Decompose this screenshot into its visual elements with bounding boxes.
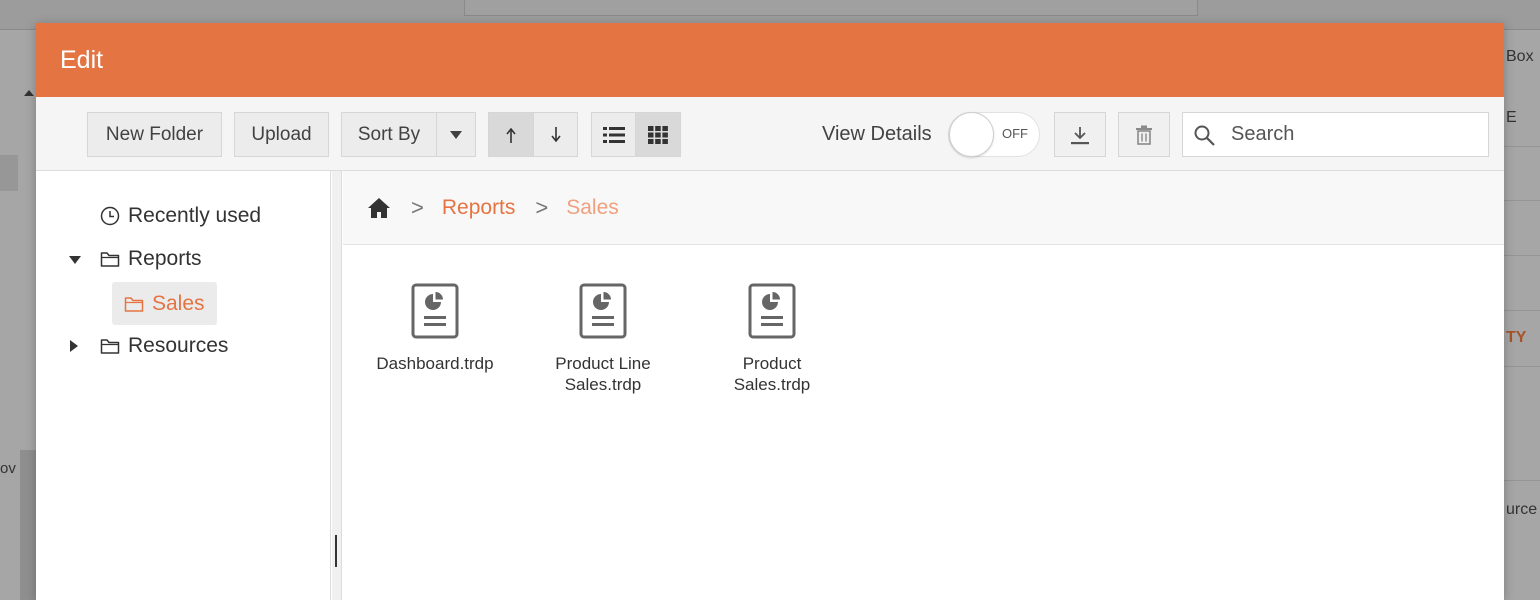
background-right-text: Box [1506,48,1534,65]
file-name: Product Sales.trdp [687,353,857,395]
arrow-down-icon [550,126,561,142]
view-details-label: View Details [822,123,932,145]
content-pane: > Reports > Sales Dashboard.trdp Product… [343,171,1504,600]
edit-dialog: Edit New Folder Upload Sort By View Deta… [36,23,1504,600]
download-icon [1071,126,1089,144]
download-button[interactable] [1054,112,1106,157]
tree-item-label: Resources [128,334,229,357]
tree-item-reports[interactable]: Reports [100,240,202,278]
background-left-text: ov [0,460,16,477]
view-details-toggle[interactable]: OFF [948,112,1040,157]
background-field [464,0,1198,16]
arrow-up-icon [506,127,516,143]
toolbar: New Folder Upload Sort By View Details O… [36,97,1504,171]
list-view-button[interactable] [591,112,636,157]
report-file-icon [579,283,627,339]
background-right-divider [1504,200,1540,201]
tree-item-resources[interactable]: Resources [100,327,228,365]
sort-by-button[interactable]: Sort By [341,112,437,157]
file-item-dashboard[interactable]: Dashboard.trdp [350,283,520,374]
file-name-line: Sales.trdp [733,375,811,394]
sort-by-dropdown[interactable] [436,112,476,157]
folder-icon [100,252,120,267]
file-name-line: Dashboard.trdp [376,354,494,373]
list-view-icon [602,126,625,143]
expand-caret-icon[interactable] [70,340,78,352]
search-icon [1194,125,1215,146]
tree-item-label: Reports [128,247,202,270]
pane-splitter[interactable] [332,171,342,600]
file-name-line: Sales.trdp [564,375,642,394]
background-right-text: TY [1506,329,1527,346]
toggle-state-label: OFF [1002,126,1028,141]
folder-icon [124,296,144,312]
sort-ascending-button[interactable] [488,112,534,157]
background-right-text: urce [1506,501,1538,518]
home-icon[interactable] [367,197,391,219]
background-left-tab [0,155,18,191]
trash-icon [1136,125,1152,145]
new-folder-button[interactable]: New Folder [87,112,222,157]
collapse-caret-icon[interactable] [69,256,81,264]
sort-descending-button[interactable] [533,112,578,157]
background-right-divider [1504,366,1540,367]
dialog-titlebar: Edit [36,23,1504,97]
background-right-divider [1504,255,1540,256]
navigation-pane: Recently used Reports Sales Resources [36,171,331,600]
file-manager-body: Recently used Reports Sales Resources > … [36,171,1504,600]
search-input[interactable] [1231,113,1481,156]
file-item-product-line-sales[interactable]: Product Line Sales.trdp [518,283,688,395]
file-name: Product Line Sales.trdp [518,353,688,395]
report-file-icon [411,283,459,339]
background-right-divider [1504,146,1540,147]
search-box [1182,112,1489,157]
chevron-right-icon: > [535,194,549,220]
upload-button[interactable]: Upload [234,112,329,157]
background-caret-icon [24,90,34,96]
background-left-column [20,450,36,600]
clock-icon [100,206,120,226]
grid-view-icon [648,125,668,144]
breadcrumb-reports[interactable]: Reports [442,196,516,220]
folder-icon [100,339,120,354]
delete-button[interactable] [1118,112,1170,157]
chevron-down-icon [450,130,462,139]
tree-item-label: Sales [152,291,205,315]
tree-item-recently-used[interactable]: Recently used [100,197,261,235]
file-name: Dashboard.trdp [350,353,520,374]
background-right-text: E [1506,109,1517,126]
tree-item-sales[interactable]: Sales [112,282,217,325]
background-right-divider [1504,480,1540,481]
background-right-divider [1504,310,1540,311]
file-name-line: Product Line [555,354,651,373]
breadcrumb-sales: Sales [566,195,619,219]
tree-item-label: Recently used [128,204,262,227]
grid-view-button[interactable] [635,112,681,157]
report-file-icon [748,283,796,339]
splitter-handle[interactable] [335,535,337,567]
file-item-product-sales[interactable]: Product Sales.trdp [687,283,857,395]
chevron-right-icon: > [411,194,424,220]
dialog-title: Edit [60,45,104,74]
file-name-line: Product [742,354,802,373]
toggle-knob [949,112,994,157]
breadcrumb: > Reports > Sales [343,171,1504,245]
